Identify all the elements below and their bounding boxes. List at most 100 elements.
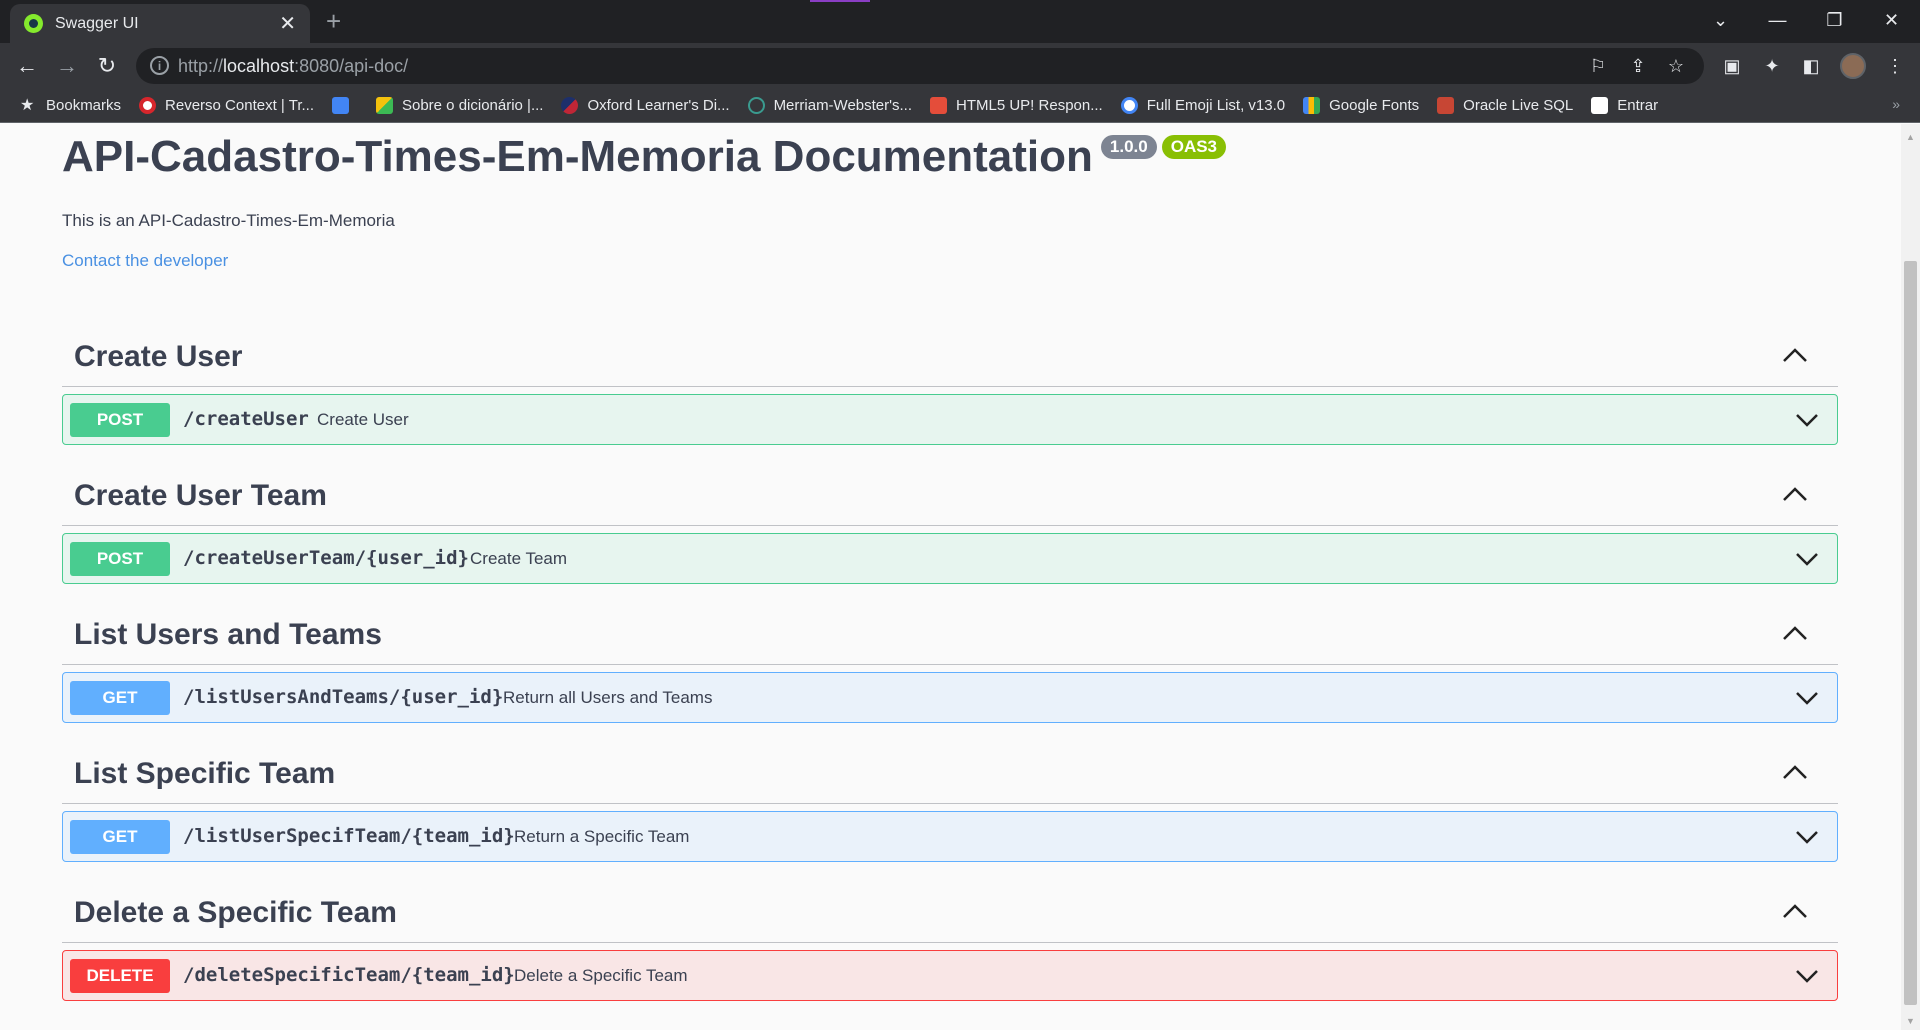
- bookmark-item[interactable]: Sobre o dicionário |...: [375, 96, 543, 114]
- minimize-icon[interactable]: —: [1749, 0, 1806, 40]
- side-panel-icon[interactable]: ◧: [1800, 55, 1822, 77]
- dicionario-icon: [375, 96, 393, 114]
- bookmark-item[interactable]: Reverso Context | Tr...: [139, 96, 314, 114]
- google-translate-icon: [331, 96, 349, 114]
- operation-path: /deleteSpecificTeam/{team_id}: [183, 964, 515, 986]
- tab-title: Swagger UI: [55, 14, 139, 32]
- tag-header[interactable]: Create User: [62, 334, 1838, 387]
- tag-header[interactable]: Create User Team: [62, 473, 1838, 526]
- scroll-down-arrow-icon[interactable]: ▼: [1906, 1016, 1915, 1026]
- forward-icon[interactable]: →: [50, 49, 84, 83]
- chevron-down-icon[interactable]: [1795, 968, 1819, 984]
- share-icon[interactable]: ⇪: [1628, 56, 1648, 76]
- page-viewport: API-Cadastro-Times-Em-Memoria Documentat…: [0, 124, 1901, 1030]
- operation-block[interactable]: GET /listUserSpecifTeam/{team_id} Return…: [62, 811, 1838, 862]
- url-text[interactable]: http://localhost:8080/api-doc/: [178, 56, 408, 77]
- operation-summary: Create Team: [470, 549, 568, 568]
- chevron-down-icon[interactable]: [1795, 690, 1819, 706]
- tag-title: Create User Team: [74, 479, 327, 512]
- entrar-icon: [1591, 96, 1609, 114]
- operation-summary: Create User: [317, 410, 409, 429]
- new-tab-icon[interactable]: +: [326, 6, 341, 36]
- google-fonts-icon: [1303, 96, 1321, 114]
- method-badge: POST: [70, 403, 170, 437]
- translate-icon[interactable]: ⚐: [1588, 56, 1608, 76]
- tag-title: List Specific Team: [74, 757, 336, 790]
- profile-avatar[interactable]: [1840, 53, 1866, 79]
- browser-tab[interactable]: Swagger UI ✕: [10, 4, 310, 43]
- api-title: API-Cadastro-Times-Em-Memoria Documentat…: [62, 132, 1227, 182]
- page-scrollbar[interactable]: ▲ ▼: [1901, 124, 1920, 1030]
- operation-summary: Return a Specific Team: [514, 827, 690, 846]
- address-bar[interactable]: i http://localhost:8080/api-doc/ ⚐ ⇪ ☆: [136, 48, 1704, 84]
- version-badge: 1.0.0: [1100, 135, 1157, 159]
- tag-section-list-specific-team: List Specific Team GET /listUserSpecifTe…: [62, 751, 1838, 862]
- bookmark-item[interactable]: Oracle Live SQL: [1437, 96, 1573, 114]
- google-icon: [1120, 96, 1138, 114]
- method-badge: GET: [70, 681, 170, 715]
- bookmarks-overflow-icon[interactable]: »: [1892, 96, 1900, 112]
- close-window-icon[interactable]: ✕: [1863, 0, 1920, 40]
- html5up-icon: [930, 96, 947, 114]
- bookmark-item[interactable]: Google Fonts: [1303, 96, 1419, 114]
- tag-section-create-user: Create User POST /createUser Create User: [62, 334, 1838, 445]
- swagger-icon: [24, 14, 43, 33]
- operation-block[interactable]: POST /createUserTeam/{user_id} Create Te…: [62, 533, 1838, 584]
- menu-kebab-icon[interactable]: ⋮: [1884, 55, 1906, 77]
- bookmark-item[interactable]: HTML5 UP! Respon...: [930, 96, 1103, 114]
- bookmark-item[interactable]: Entrar: [1591, 96, 1658, 114]
- bookmark-item[interactable]: [331, 96, 358, 114]
- operation-path: /createUser: [183, 408, 309, 430]
- tag-title: Delete a Specific Team: [74, 896, 397, 929]
- api-title-text: API-Cadastro-Times-Em-Memoria Documentat…: [62, 132, 1093, 181]
- close-tab-icon[interactable]: ✕: [279, 14, 296, 34]
- tag-header[interactable]: List Specific Team: [62, 751, 1838, 804]
- operation-path: /listUsersAndTeams/{user_id}: [183, 686, 504, 708]
- tag-header[interactable]: List Users and Teams: [62, 612, 1838, 665]
- bookmarks-bar: ★ Bookmarks Reverso Context | Tr... Sobre…: [0, 88, 1920, 123]
- star-icon: ★: [20, 96, 35, 114]
- tag-section-delete-specific-team: Delete a Specific Team DELETE /deleteSpe…: [62, 890, 1838, 1001]
- chevron-up-icon[interactable]: [1782, 902, 1808, 920]
- tag-title: List Users and Teams: [74, 618, 382, 651]
- tab-search-icon[interactable]: ⌄: [1692, 0, 1749, 40]
- restore-icon[interactable]: ❐: [1806, 0, 1863, 40]
- browser-tab-bar: Swagger UI ✕ + ⌄ — ❐ ✕: [0, 0, 1920, 43]
- scroll-up-arrow-icon[interactable]: ▲: [1906, 132, 1915, 142]
- tag-header[interactable]: Delete a Specific Team: [62, 890, 1838, 943]
- chevron-up-icon[interactable]: [1782, 624, 1808, 642]
- tag-title: Create User: [74, 340, 243, 373]
- operation-block[interactable]: GET /listUsersAndTeams/{user_id} Return …: [62, 672, 1838, 723]
- method-badge: DELETE: [70, 959, 170, 993]
- bookmark-star-icon[interactable]: ☆: [1666, 56, 1686, 76]
- chevron-up-icon[interactable]: [1782, 763, 1808, 781]
- chevron-down-icon[interactable]: [1795, 412, 1819, 428]
- bookmark-item[interactable]: Full Emoji List, v13.0: [1120, 96, 1285, 114]
- chevron-down-icon[interactable]: [1795, 551, 1819, 567]
- operation-path: /listUserSpecifTeam/{team_id}: [183, 825, 515, 847]
- window-controls: ⌄ — ❐ ✕: [1692, 0, 1920, 40]
- bookmark-item[interactable]: ★ Bookmarks: [20, 97, 121, 114]
- method-badge: POST: [70, 542, 170, 576]
- reload-icon[interactable]: ↻: [90, 49, 124, 83]
- operation-block[interactable]: POST /createUser Create User: [62, 394, 1838, 445]
- back-icon[interactable]: ←: [10, 49, 44, 83]
- bookmark-item[interactable]: Merriam-Webster's...: [747, 96, 912, 114]
- scroll-thumb[interactable]: [1904, 261, 1917, 1005]
- bookmark-item[interactable]: Oxford Learner's Di...: [561, 96, 730, 114]
- operation-block[interactable]: DELETE /deleteSpecificTeam/{team_id} Del…: [62, 950, 1838, 1001]
- globe-icon: [747, 96, 765, 114]
- operation-summary: Delete a Specific Team: [514, 966, 688, 985]
- chevron-up-icon[interactable]: [1782, 346, 1808, 364]
- browser-toolbar: ← → ↻ i http://localhost:8080/api-doc/ ⚐…: [0, 43, 1920, 88]
- oxford-icon: [561, 96, 579, 114]
- reverso-icon: [139, 96, 157, 114]
- contact-developer-link[interactable]: Contact the developer: [62, 251, 228, 271]
- tag-section-create-user-team: Create User Team POST /createUserTeam/{u…: [62, 473, 1838, 584]
- extensions-puzzle-icon[interactable]: ✦: [1761, 55, 1783, 77]
- extension-screen-icon[interactable]: ▣: [1721, 55, 1743, 77]
- site-info-icon[interactable]: i: [150, 56, 169, 75]
- chevron-up-icon[interactable]: [1782, 485, 1808, 503]
- oracle-icon: [1437, 96, 1455, 114]
- chevron-down-icon[interactable]: [1795, 829, 1819, 845]
